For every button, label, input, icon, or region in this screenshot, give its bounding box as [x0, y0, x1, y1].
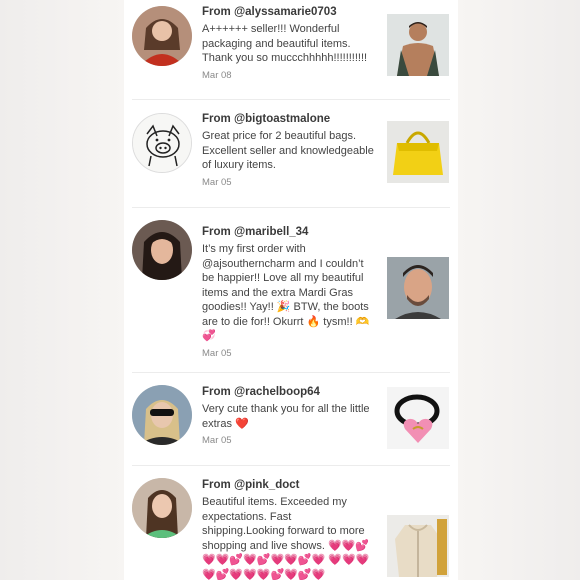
- yellow-handbag-photo[interactable]: [387, 121, 449, 183]
- review-card: From @bigtoastmalone Great price for 2 b…: [124, 100, 458, 208]
- man-portrait-photo[interactable]: [387, 14, 449, 76]
- review-card: From @pink_doct Beautiful items. Exceede…: [124, 466, 458, 580]
- review-text: Beautiful items. Exceeded my expectation…: [202, 496, 370, 580]
- review-author[interactable]: From @alyssamarie0703: [202, 5, 374, 19]
- hair-tie-heart-charm-photo[interactable]: [387, 387, 449, 449]
- review-card: From @alyssamarie0703 A++++++ seller!!! …: [124, 0, 458, 100]
- review-date: Mar 05: [202, 347, 232, 359]
- review-author[interactable]: From @bigtoastmalone: [202, 112, 374, 126]
- review-text: It’s my first order with @ajsouthernchar…: [202, 243, 370, 342]
- man-portrait-photo[interactable]: [387, 257, 449, 319]
- review-author[interactable]: From @rachelboop64: [202, 385, 374, 399]
- review-text: A++++++ seller!!! Wonderful packaging an…: [202, 23, 368, 64]
- review-date: Mar 05: [202, 435, 232, 446]
- woman-sunglasses-avatar[interactable]: [132, 385, 192, 445]
- review-date: Mar 05: [202, 176, 232, 188]
- cream-jacket-photo[interactable]: [387, 515, 449, 577]
- woman-dark-hair-avatar[interactable]: [132, 220, 192, 280]
- woman-red-top-avatar[interactable]: [132, 6, 192, 66]
- review-author[interactable]: From @pink_doct: [202, 478, 374, 492]
- review-text: Great price for 2 beautiful bags. Excell…: [202, 130, 374, 171]
- review-date: Mar 08: [202, 69, 232, 81]
- pig-sketch-avatar[interactable]: [132, 113, 192, 173]
- review-author[interactable]: From @maribell_34: [202, 225, 374, 239]
- review-text: Very cute thank you for all the little e…: [202, 403, 370, 430]
- review-card: From @rachelboop64 Very cute thank you f…: [124, 373, 458, 466]
- review-feed[interactable]: From @alyssamarie0703 A++++++ seller!!! …: [124, 0, 458, 580]
- woman-green-shirt-avatar[interactable]: [132, 478, 192, 538]
- review-card: From @maribell_34 It’s my first order wi…: [124, 208, 458, 373]
- right-margin: [458, 0, 580, 580]
- left-margin: [0, 0, 124, 580]
